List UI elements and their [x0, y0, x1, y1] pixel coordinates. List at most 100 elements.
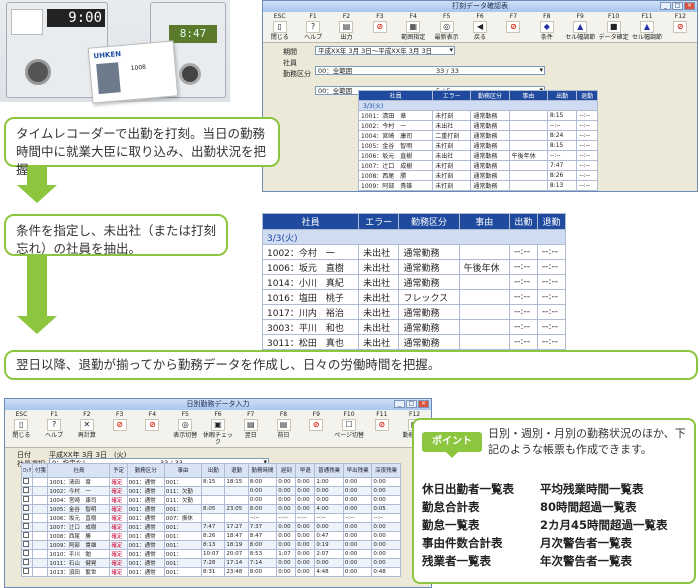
lock-checkbox[interactable] [23, 568, 29, 574]
column-header[interactable]: 退勤 [224, 463, 249, 478]
column-header[interactable]: 予定 [109, 463, 128, 478]
column-header[interactable]: 普通残業 [314, 463, 344, 478]
table-row[interactable]: 1010：平川 勉確定 001：通常 001： 10:07 20:07 8:53 1:07 0… [20, 549, 401, 559]
lock-checkbox[interactable] [23, 550, 29, 556]
fkey-f10[interactable]: F10 ■ データ確定 [597, 12, 630, 42]
column-header[interactable]: 勤務時間 [247, 463, 278, 478]
table-row[interactable]: 1009：阿部 貴雄 未打刻 通常勤務 8:13 --:-- [357, 180, 598, 191]
table-row[interactable]: 1017：川内 裕治 未出社 通常勤務 --:-- --:-- [261, 304, 567, 320]
fkey-f12[interactable]: F12 ⊘ [664, 12, 697, 42]
table-row[interactable]: 1013：須田 繁世 確定 001：通常 001： 8:31 23:48 8:00 0:00 0… [20, 567, 401, 577]
column-header[interactable]: 付箋 [32, 463, 49, 478]
column-header[interactable]: 退勤 [536, 213, 567, 230]
column-header[interactable]: エラー [432, 90, 472, 101]
column-header[interactable]: 勤務区分 [398, 213, 460, 230]
table-row[interactable]: 1006：坂元 直樹 確定 001：通常 007：振休 --:-- --:-- --:-- -… [20, 513, 401, 523]
table-cell: 通常勤務 [398, 334, 460, 350]
minimize-button[interactable]: _ [394, 400, 405, 408]
table-row[interactable]: 1007：辻口 成樹 確定 001：通常 001： 7:47 17:27 7:37 0:00 0… [20, 522, 401, 532]
lock-checkbox[interactable] [23, 505, 29, 511]
column-header[interactable]: 出勤 [508, 213, 538, 230]
column-header[interactable]: 深夜残業 [371, 463, 401, 478]
table-cell: --:-- [576, 170, 598, 181]
fkey-f6[interactable]: F6 ▣ 休暇チェック [202, 410, 235, 447]
column-header[interactable]: 勤務区分 [126, 463, 165, 478]
fkey-f11[interactable]: F11 ⊘ [365, 410, 398, 447]
column-header[interactable]: 社員 [47, 463, 111, 478]
table-row[interactable]: 3011：松田 真也 未出社 通常勤務 --:-- --:-- [261, 334, 567, 350]
table-row[interactable]: 1008：西尾 勝未打刻 通常勤務 8:26 --:-- [357, 170, 598, 181]
maximize-button[interactable]: □ [672, 2, 683, 10]
fkey-f2[interactable]: F2 ▤ 出力 [330, 12, 363, 42]
table-row[interactable]: 1001：清田 章確定 001：通常 001： 8:15 18:15 8:00 0:00 0:… [20, 477, 401, 487]
fkey-f2[interactable]: F2 ✕ 再計算 [71, 410, 104, 447]
fkey-f10[interactable]: F10 ☐ ページ切替 [333, 410, 366, 447]
column-header[interactable]: 出勤 [546, 90, 578, 101]
table-row[interactable]: 1002：今村 一未出社 通常勤務 --:-- --:-- [357, 120, 598, 131]
employee-select[interactable]: 00：全範囲 33 / 33 [315, 66, 545, 75]
table-row[interactable]: 1009：阿部 貴雄 確定 001：通常 001： 8:13 18:19 8:00 0:00 0… [20, 540, 401, 550]
fkey-f8[interactable]: F8 ◆ 条件 [530, 12, 563, 42]
period-field[interactable]: 平成XX年 3月 3日～平成XX年 3月 3日 [315, 46, 455, 55]
lock-checkbox[interactable] [23, 487, 29, 493]
fkey-f5[interactable]: F5 ◎ 最新表示 [430, 12, 463, 42]
column-header[interactable]: 早退 [295, 463, 316, 478]
table-row[interactable]: 1010：平川 勉未打刻通常勤務 10:07--:-- [357, 190, 598, 191]
table-row[interactable]: 1004：宮崎 康司 確定 001：通常 011：欠勤 0:00 0:00 0:00 0:00… [20, 495, 401, 505]
fkey-f3[interactable]: F3 ⊘ [363, 12, 396, 42]
column-header[interactable]: 社員 [261, 213, 360, 230]
fkey-esc[interactable]: ESC ▯ 閉じる [263, 12, 296, 42]
fkey-f11[interactable]: F11 ▲ セル幅調節 [630, 12, 663, 42]
lock-checkbox[interactable] [23, 523, 29, 529]
table-row[interactable]: 3003：平川 和也 未出社 通常勤務 --:-- --:-- [261, 319, 567, 335]
table-row[interactable]: 1007：辻口 成樹 未打刻 通常勤務 7:47 --:-- [357, 160, 598, 171]
table-row[interactable]: 1006：坂元 直樹 未出社 通常勤務 午後年休 --:-- --:-- [261, 259, 567, 275]
lock-checkbox[interactable] [23, 559, 29, 565]
fkey-f9[interactable]: F9 ⊘ [300, 410, 333, 447]
table-row[interactable]: 1002：今村 一未出社 通常勤務 --:-- --:-- [261, 244, 567, 260]
column-header[interactable]: 事由 [458, 213, 510, 230]
table-row[interactable]: 1016：塩田 桃子 未出社 フレックス --:-- --:-- [261, 289, 567, 305]
table-row[interactable]: 1002：今村 一確定 001：通常 011：欠勤 0:00 0:00 0:00 0:00 0… [20, 486, 401, 496]
column-header[interactable]: 事由 [508, 90, 548, 101]
maximize-button[interactable]: □ [406, 400, 417, 408]
column-header[interactable]: ﾛｯｸ [20, 463, 34, 478]
column-header[interactable]: 退勤 [576, 90, 598, 101]
fkey-esc[interactable]: ESC ▯ 閉じる [5, 410, 38, 447]
fkey-f1[interactable]: F1? ヘルプ [296, 12, 329, 42]
column-header[interactable]: 事由 [163, 463, 203, 478]
fkey-f9[interactable]: F9 ▲ セル幅調節 [564, 12, 597, 42]
column-header[interactable]: 出勤 [201, 463, 226, 478]
table-row[interactable]: 1006：坂元 直樹 未出社 通常勤務 午後年休 --:-- --:-- [357, 150, 598, 161]
fkey-label: データ確定 [598, 34, 629, 41]
lock-checkbox[interactable] [23, 541, 29, 547]
fkey-f8[interactable]: F8 ▤ 前日 [267, 410, 300, 447]
column-header[interactable]: エラー [358, 213, 400, 230]
column-header[interactable]: 遅刻 [276, 463, 297, 478]
column-header[interactable]: 社員 [357, 90, 434, 101]
close-button[interactable]: × [684, 2, 695, 10]
lock-checkbox[interactable] [23, 478, 29, 484]
lock-checkbox[interactable] [23, 532, 29, 538]
fkey-f7[interactable]: F7 ⊘ [497, 12, 530, 42]
fkey-f4[interactable]: F4 ▦ 範囲指定 [397, 12, 430, 42]
column-header[interactable]: 勤務区分 [470, 90, 510, 101]
column-header[interactable]: 早出残業 [342, 463, 373, 478]
lock-checkbox[interactable] [23, 514, 29, 520]
table-row[interactable]: 1004：宮崎 康司 二重打刻 通常勤務 8:24 --:-- [357, 130, 598, 141]
table-row[interactable]: 1005：金谷 智明 未打刻 通常勤務 8:15 --:-- [357, 140, 598, 151]
fkey-f3[interactable]: F3 ⊘ [103, 410, 136, 447]
close-button[interactable]: × [418, 400, 429, 408]
table-row[interactable]: 1005：金谷 智明 確定 001：通常 001： 8:05 23:05 8:00 0:00 0… [20, 504, 401, 514]
lock-checkbox[interactable] [23, 496, 29, 502]
minimize-button[interactable]: _ [660, 2, 671, 10]
table-row[interactable]: 1001：清田 章未打刻 通常勤務 8:15 --:-- [357, 110, 598, 121]
table-row[interactable]: 1014：小川 真紀 未出社 通常勤務 --:-- --:-- [261, 274, 567, 290]
fkey-f7[interactable]: F7 ▤ 翌日 [234, 410, 267, 447]
fkey-f5[interactable]: F5 ◎ 表示切替 [169, 410, 202, 447]
table-row[interactable]: 1011：石山 健晃 確定 001：通常 001： 7:28 17:14 7:14 0:00 0… [20, 558, 401, 568]
fkey-f4[interactable]: F4 ⊘ [136, 410, 169, 447]
table-row[interactable]: 1008：西尾 勝確定 001：通常 001： 8:26 18:47 8:47 0:00 0:… [20, 531, 401, 541]
fkey-f6[interactable]: F6 ◀ 戻る [463, 12, 496, 42]
fkey-f1[interactable]: F1? ヘルプ [38, 410, 71, 447]
